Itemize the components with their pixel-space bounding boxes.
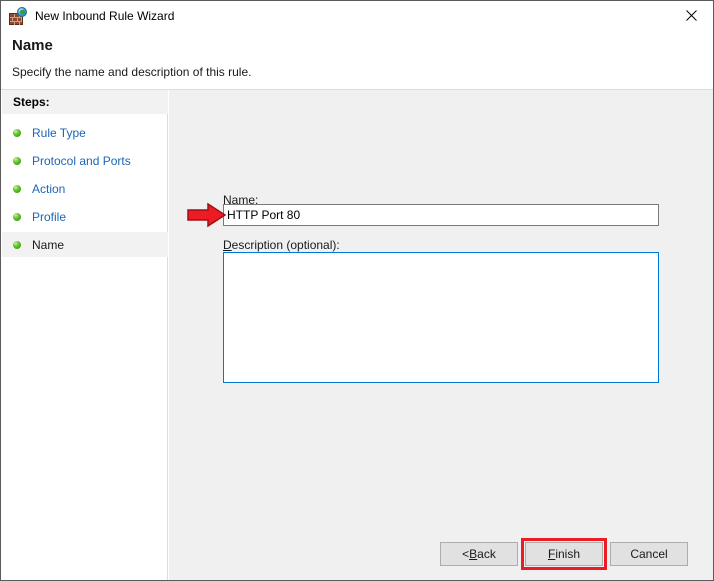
close-icon[interactable] xyxy=(669,1,713,30)
step-bullet-icon xyxy=(13,212,21,221)
step-bullet-icon xyxy=(13,128,21,137)
sidebar-item-profile[interactable]: Profile xyxy=(2,204,168,229)
back-button[interactable]: < Back xyxy=(440,542,518,566)
window-title: New Inbound Rule Wizard xyxy=(35,9,175,23)
sidebar-item-label: Rule Type xyxy=(32,125,86,140)
content-panel: Name: Description (optional): < Back Fin… xyxy=(169,90,713,580)
wizard-window: New Inbound Rule Wizard Name Specify the… xyxy=(0,0,714,581)
cancel-button[interactable]: Cancel xyxy=(610,542,688,566)
description-input[interactable] xyxy=(223,252,659,383)
sidebar-item-rule-type[interactable]: Rule Type xyxy=(2,120,168,145)
page-title: Name xyxy=(12,37,53,54)
step-bullet-icon xyxy=(13,240,21,249)
title-bar: New Inbound Rule Wizard xyxy=(1,1,713,31)
sidebar-item-action[interactable]: Action xyxy=(2,176,168,201)
sidebar-item-name[interactable]: Name xyxy=(2,232,168,257)
firewall-globe-icon xyxy=(9,6,27,25)
step-bullet-icon xyxy=(13,156,21,165)
description-field-label: Description (optional): xyxy=(223,238,340,252)
sidebar-item-label: Name xyxy=(32,237,65,252)
sidebar-item-label: Protocol and Ports xyxy=(32,153,131,168)
finish-button[interactable]: Finish xyxy=(525,542,603,566)
step-bullet-icon xyxy=(13,184,21,193)
sidebar-item-label: Profile xyxy=(32,209,67,224)
sidebar-item-protocol-and-ports[interactable]: Protocol and Ports xyxy=(2,148,168,173)
annotation-arrow-icon xyxy=(187,202,227,228)
page-subtitle: Specify the name and description of this… xyxy=(12,65,252,79)
name-input[interactable] xyxy=(223,204,659,226)
steps-sidebar: Steps: Rule Type Protocol and Ports Acti… xyxy=(2,90,168,580)
sidebar-item-label: Action xyxy=(32,181,66,196)
steps-heading-label: Steps: xyxy=(13,95,50,109)
steps-heading: Steps: xyxy=(2,90,168,114)
